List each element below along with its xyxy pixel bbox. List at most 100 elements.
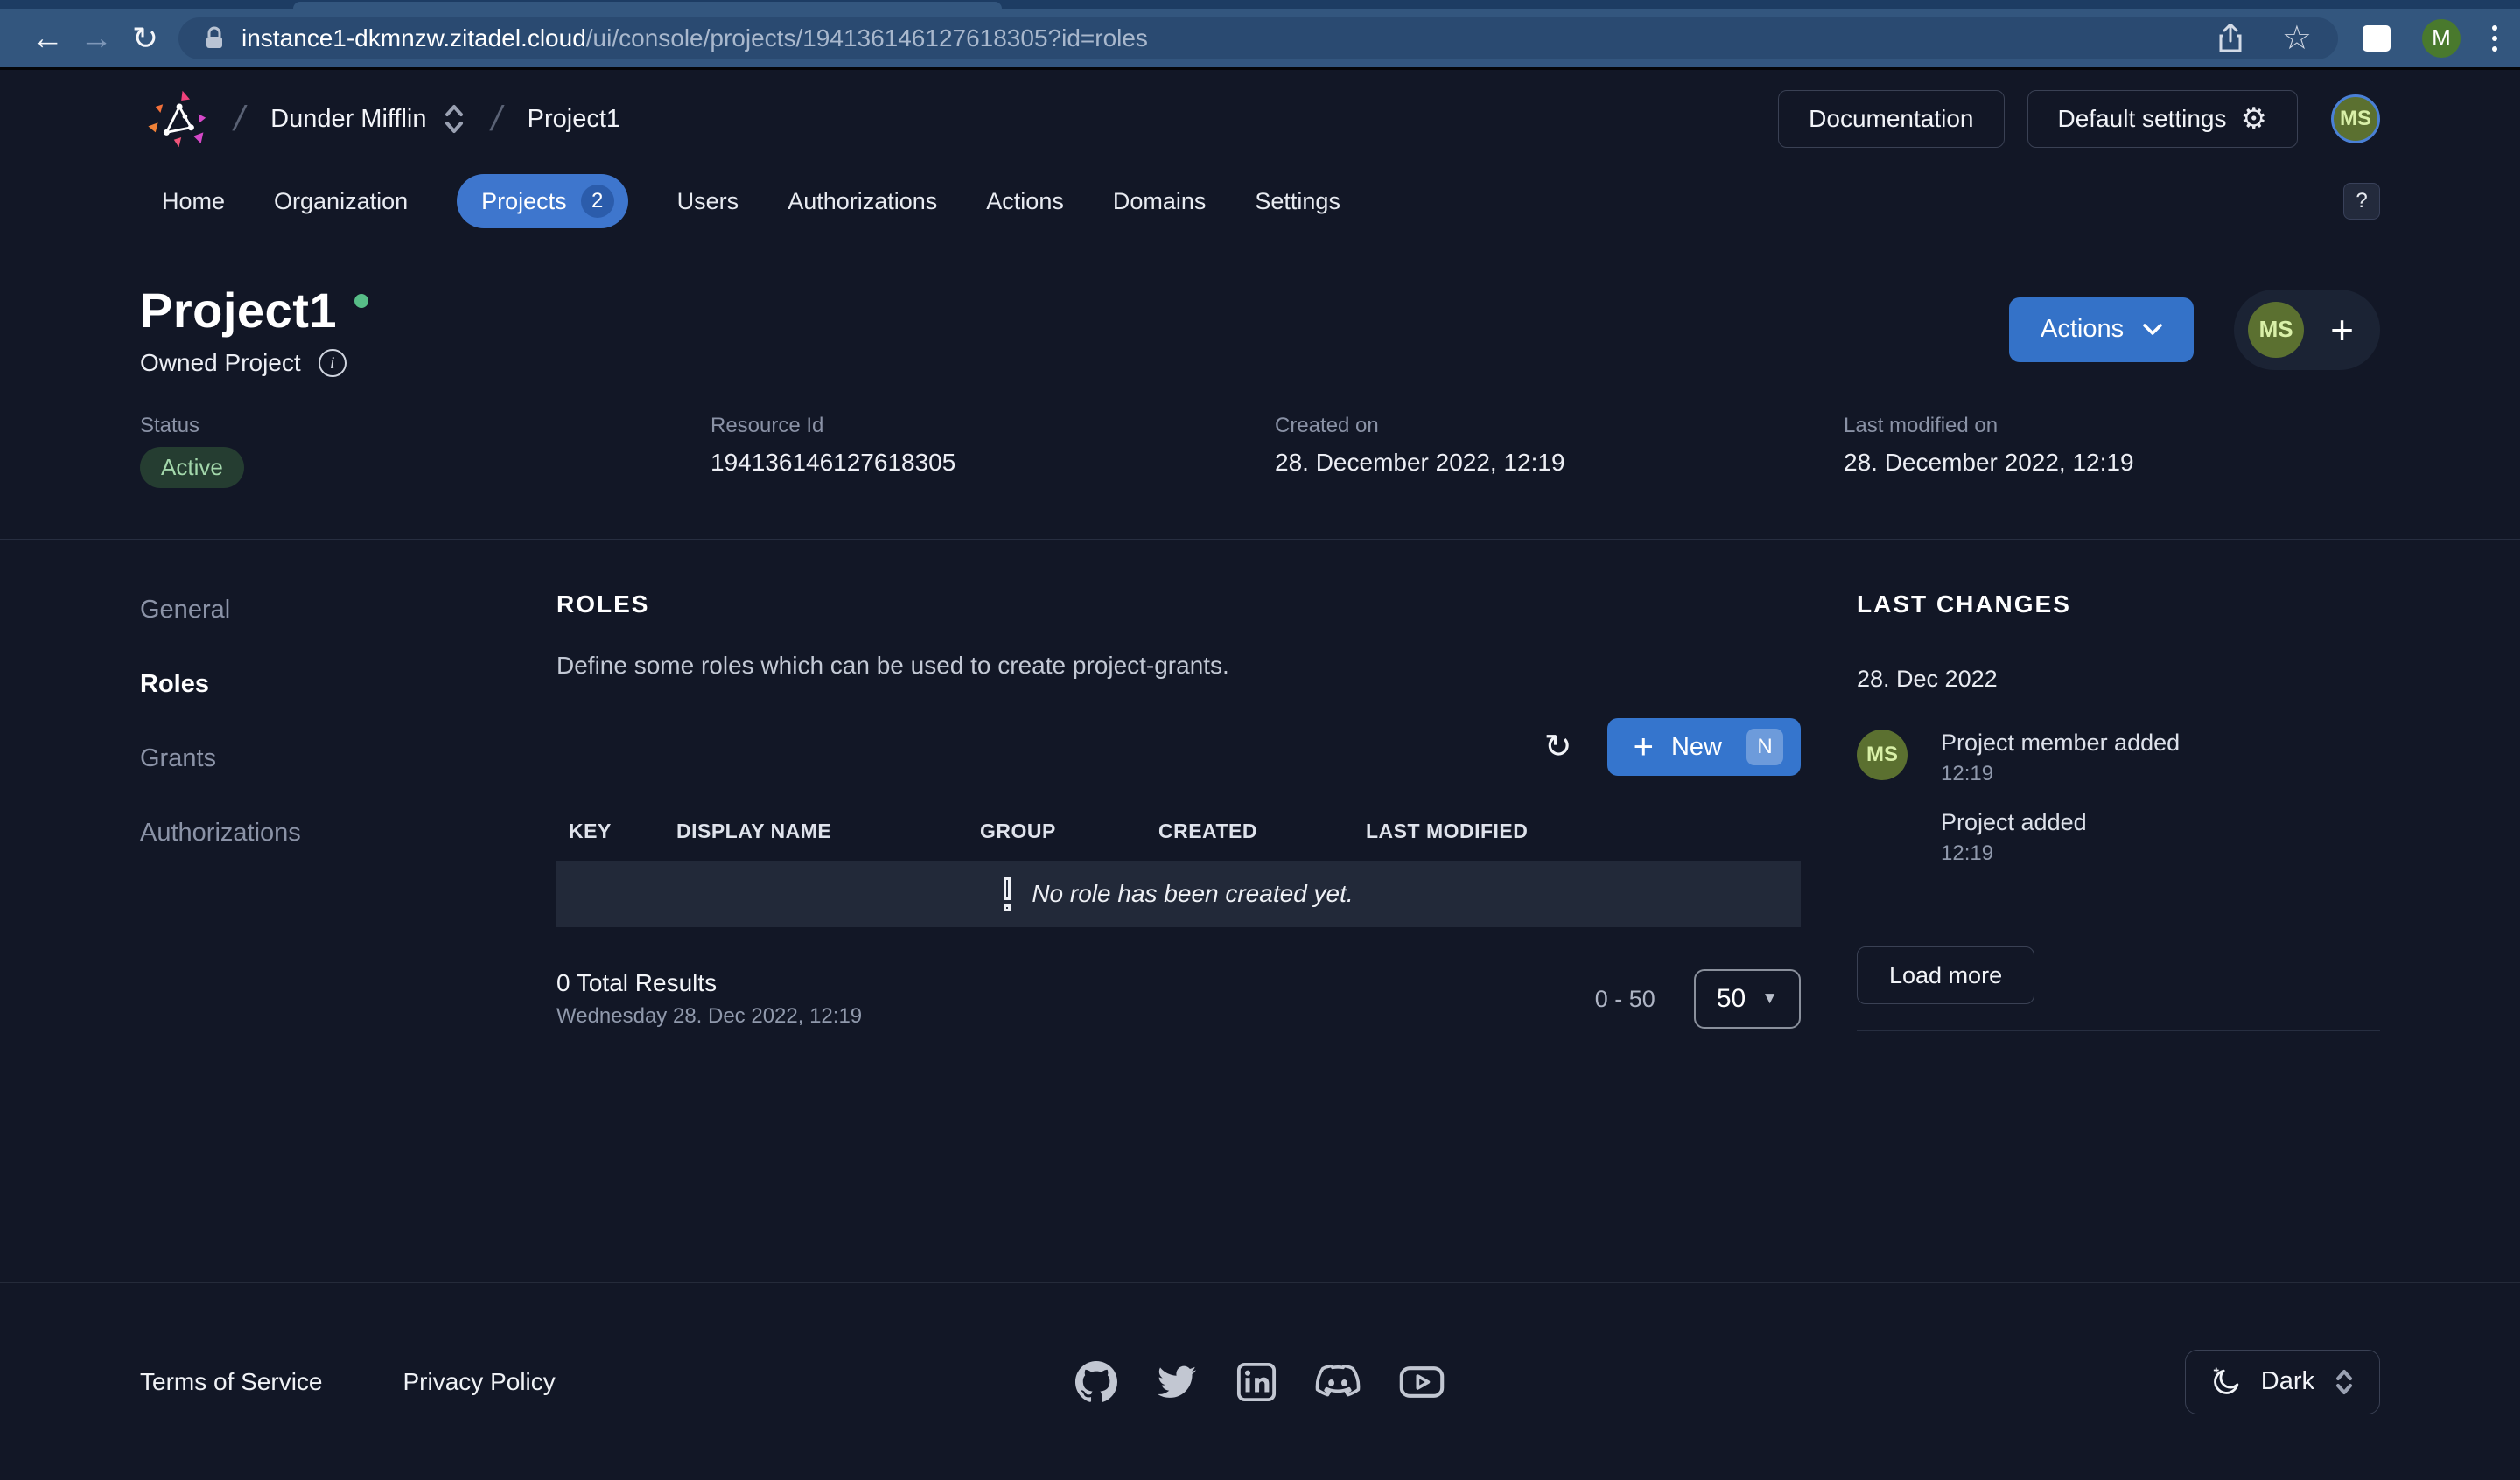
new-role-button[interactable]: + New N — [1607, 718, 1801, 776]
nav-settings[interactable]: Settings — [1255, 188, 1340, 215]
breadcrumb-separator: / — [230, 100, 248, 139]
changes-date: 28. Dec 2022 — [1857, 666, 2380, 693]
resource-id-label: Resource Id — [710, 414, 1275, 438]
project-header: Project1 Owned Project i Actions MS — [0, 234, 2520, 540]
created-on-label: Created on — [1275, 414, 1844, 438]
roles-section: ROLES Define some roles which can be use… — [556, 540, 1801, 1282]
last-modified-label: Last modified on — [1844, 414, 2380, 438]
browser-controls: M — [2362, 19, 2497, 58]
column-last-modified: LAST MODIFIED — [1366, 820, 1788, 843]
zitadel-console-screen: ← → ↻ instance1-dkmnzw.zitadel.cloud/ui/… — [0, 0, 2520, 1480]
moon-icon — [2210, 1366, 2242, 1398]
breadcrumb-separator: / — [487, 100, 506, 139]
active-dot — [354, 294, 368, 308]
change-event: MS Project member added 12:19 Project ad… — [1857, 730, 2380, 866]
breadcrumb-org[interactable]: Dunder Mifflin — [270, 105, 426, 134]
help-button[interactable]: ? — [2343, 183, 2380, 220]
browser-reload-button[interactable]: ↻ — [121, 14, 170, 63]
lock-icon — [205, 26, 224, 51]
column-key: KEY — [569, 820, 676, 843]
results-timestamp: Wednesday 28. Dec 2022, 12:19 — [556, 1004, 862, 1029]
org-switcher-icon[interactable] — [443, 100, 466, 138]
info-icon[interactable]: i — [318, 349, 346, 377]
event-time: 12:19 — [1941, 841, 2180, 866]
browser-forward-button[interactable]: → — [72, 14, 121, 63]
url-bar[interactable]: instance1-dkmnzw.zitadel.cloud/ui/consol… — [178, 17, 2338, 59]
youtube-icon[interactable] — [1399, 1365, 1445, 1400]
active-tab[interactable] — [293, 2, 1002, 9]
project-sidebar: General Roles Grants Authorizations — [140, 540, 556, 1282]
zitadel-logo[interactable] — [147, 87, 208, 150]
browser-profile-avatar[interactable]: M — [2422, 19, 2460, 58]
user-avatar[interactable]: MS — [2331, 94, 2380, 143]
page-title: Project1 — [140, 282, 337, 339]
event-time: 12:19 — [1941, 762, 2180, 786]
default-settings-button[interactable]: Default settings ⚙ — [2027, 90, 2298, 148]
page-size-select[interactable]: 50 ▼ — [1694, 969, 1801, 1029]
gear-icon: ⚙ — [2241, 101, 2267, 136]
roles-title: ROLES — [556, 590, 1801, 618]
browser-menu-icon[interactable] — [2492, 25, 2497, 52]
github-icon[interactable] — [1075, 1361, 1117, 1403]
keyboard-shortcut-badge: N — [1746, 729, 1783, 765]
content-area: General Roles Grants Authorizations ROLE… — [0, 540, 2520, 1282]
documentation-button[interactable]: Documentation — [1778, 90, 2004, 148]
dropdown-arrow-icon: ▼ — [1761, 989, 1778, 1009]
status-badge: Active — [140, 447, 244, 488]
roles-toolbar: ↻ + New N — [556, 718, 1801, 776]
breadcrumb-project[interactable]: Project1 — [528, 105, 620, 134]
privacy-link[interactable]: Privacy Policy — [403, 1368, 556, 1396]
main-nav: Home Organization Projects 2 Users Autho… — [0, 168, 2520, 234]
change-event: Project added 12:19 — [1941, 809, 2180, 866]
actions-button[interactable]: Actions — [2009, 297, 2194, 362]
nav-authorizations[interactable]: Authorizations — [788, 188, 937, 215]
created-on-value: 28. December 2022, 12:19 — [1275, 449, 1844, 477]
last-changes-title: LAST CHANGES — [1857, 590, 2380, 618]
share-icon[interactable] — [2217, 24, 2244, 53]
url-host: instance1-dkmnzw.zitadel.cloud — [242, 24, 586, 52]
linkedin-icon[interactable] — [1236, 1362, 1277, 1402]
nav-organization[interactable]: Organization — [274, 188, 408, 215]
nav-projects[interactable]: Projects 2 — [457, 174, 628, 228]
panel-divider — [1857, 1030, 2380, 1031]
theme-select[interactable]: Dark — [2185, 1350, 2380, 1414]
project-subtitle: Owned Project — [140, 349, 301, 377]
roles-description: Define some roles which can be used to c… — [556, 652, 1801, 680]
browser-back-button[interactable]: ← — [23, 14, 72, 63]
column-created: CREATED — [1158, 820, 1366, 843]
sidebar-item-general[interactable]: General — [140, 596, 230, 625]
event-label: Project member added — [1941, 730, 2180, 757]
sidebar-item-authorizations[interactable]: Authorizations — [140, 819, 301, 848]
browser-tab-strip[interactable] — [0, 0, 2520, 9]
status-label: Status — [140, 414, 710, 438]
footer: Terms of Service Privacy Policy — [0, 1282, 2520, 1480]
terms-link[interactable]: Terms of Service — [140, 1368, 323, 1396]
url-path: /ui/console/projects/194136146127618305?… — [586, 24, 1148, 52]
load-more-button[interactable]: Load more — [1857, 946, 2034, 1004]
last-changes-panel: LAST CHANGES 28. Dec 2022 MS Project mem… — [1857, 540, 2380, 1282]
empty-state-message: No role has been created yet. — [1032, 880, 1353, 908]
member-avatar[interactable]: MS — [2248, 302, 2304, 358]
app-header: / Dunder Mifflin / Project1 Documentatio… — [0, 70, 2520, 168]
browser-toolbar: ← → ↻ instance1-dkmnzw.zitadel.cloud/ui/… — [0, 9, 2520, 67]
discord-icon[interactable] — [1315, 1365, 1361, 1400]
event-avatar: MS — [1857, 730, 1908, 780]
social-links — [1075, 1361, 1445, 1403]
refresh-icon[interactable]: ↻ — [1544, 730, 1572, 764]
twitter-icon[interactable] — [1156, 1363, 1198, 1401]
add-member-button[interactable]: + — [2330, 310, 2354, 350]
page-range: 0 - 50 — [1595, 986, 1656, 1013]
empty-state-row: No role has been created yet. — [556, 861, 1801, 927]
resource-id-value: 194136146127618305 — [710, 449, 1275, 477]
sidebar-item-roles[interactable]: Roles — [140, 670, 209, 699]
nav-domains[interactable]: Domains — [1113, 188, 1207, 215]
nav-home[interactable]: Home — [162, 188, 225, 215]
bookmark-star-icon[interactable]: ☆ — [2282, 22, 2312, 55]
column-display-name: DISPLAY NAME — [676, 820, 980, 843]
project-members[interactable]: MS + — [2234, 290, 2380, 370]
nav-actions[interactable]: Actions — [986, 188, 1064, 215]
sidebar-item-grants[interactable]: Grants — [140, 744, 216, 773]
last-modified-value: 28. December 2022, 12:19 — [1844, 449, 2380, 477]
side-panel-icon[interactable] — [2362, 25, 2390, 52]
nav-users[interactable]: Users — [677, 188, 739, 215]
